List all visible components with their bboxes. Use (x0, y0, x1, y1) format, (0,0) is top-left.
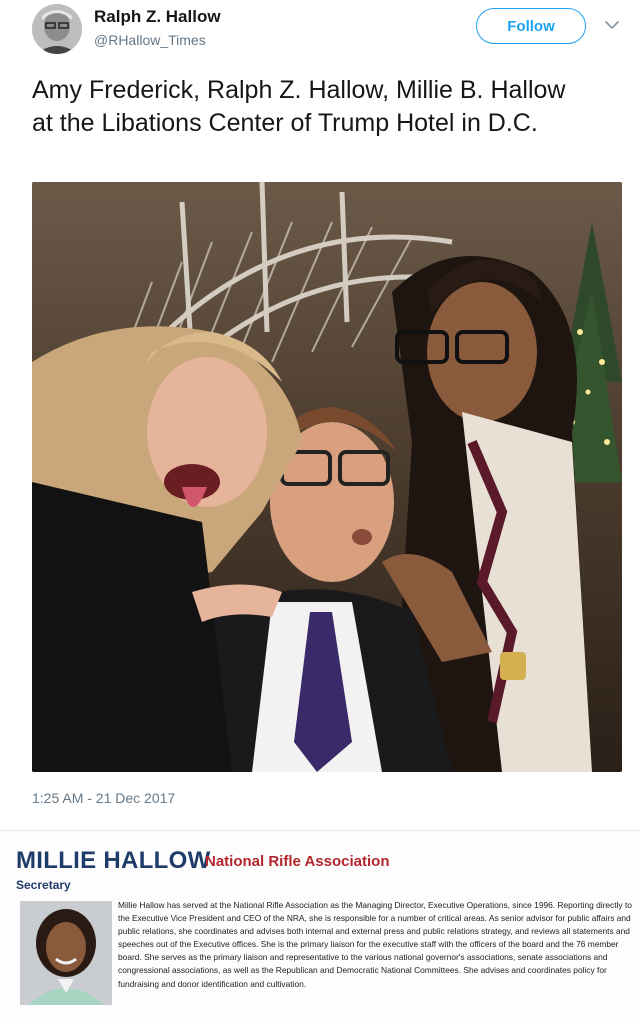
user-handle[interactable]: @RHallow_Times (94, 32, 206, 48)
tweet-page: Ralph Z. Hallow @RHallow_Times Follow Am… (0, 0, 640, 1024)
bio-organization: National Rifle Association (205, 853, 390, 870)
bio-clipping: MILLIE HALLOW National Rifle Association… (0, 830, 640, 1024)
avatar-portrait (32, 4, 82, 54)
tweet-photo[interactable] (32, 182, 622, 772)
group-selfie-image (32, 182, 622, 772)
bio-title: Secretary (16, 878, 71, 892)
user-avatar[interactable] (32, 4, 82, 54)
tweet-header: Ralph Z. Hallow @RHallow_Times Follow (0, 0, 640, 58)
bio-portrait (20, 901, 112, 1005)
tweet-timestamp[interactable]: 1:25 AM - 21 Dec 2017 (32, 790, 175, 806)
chevron-down-icon[interactable] (604, 18, 620, 30)
bio-text: Millie Hallow has served at the National… (118, 900, 632, 989)
portrait-image (20, 901, 112, 1005)
follow-button[interactable]: Follow (476, 8, 586, 44)
display-name[interactable]: Ralph Z. Hallow (94, 7, 221, 27)
tweet-text: Amy Frederick, Ralph Z. Hallow, Millie B… (32, 76, 566, 137)
bio-name: MILLIE HALLOW (16, 847, 211, 874)
